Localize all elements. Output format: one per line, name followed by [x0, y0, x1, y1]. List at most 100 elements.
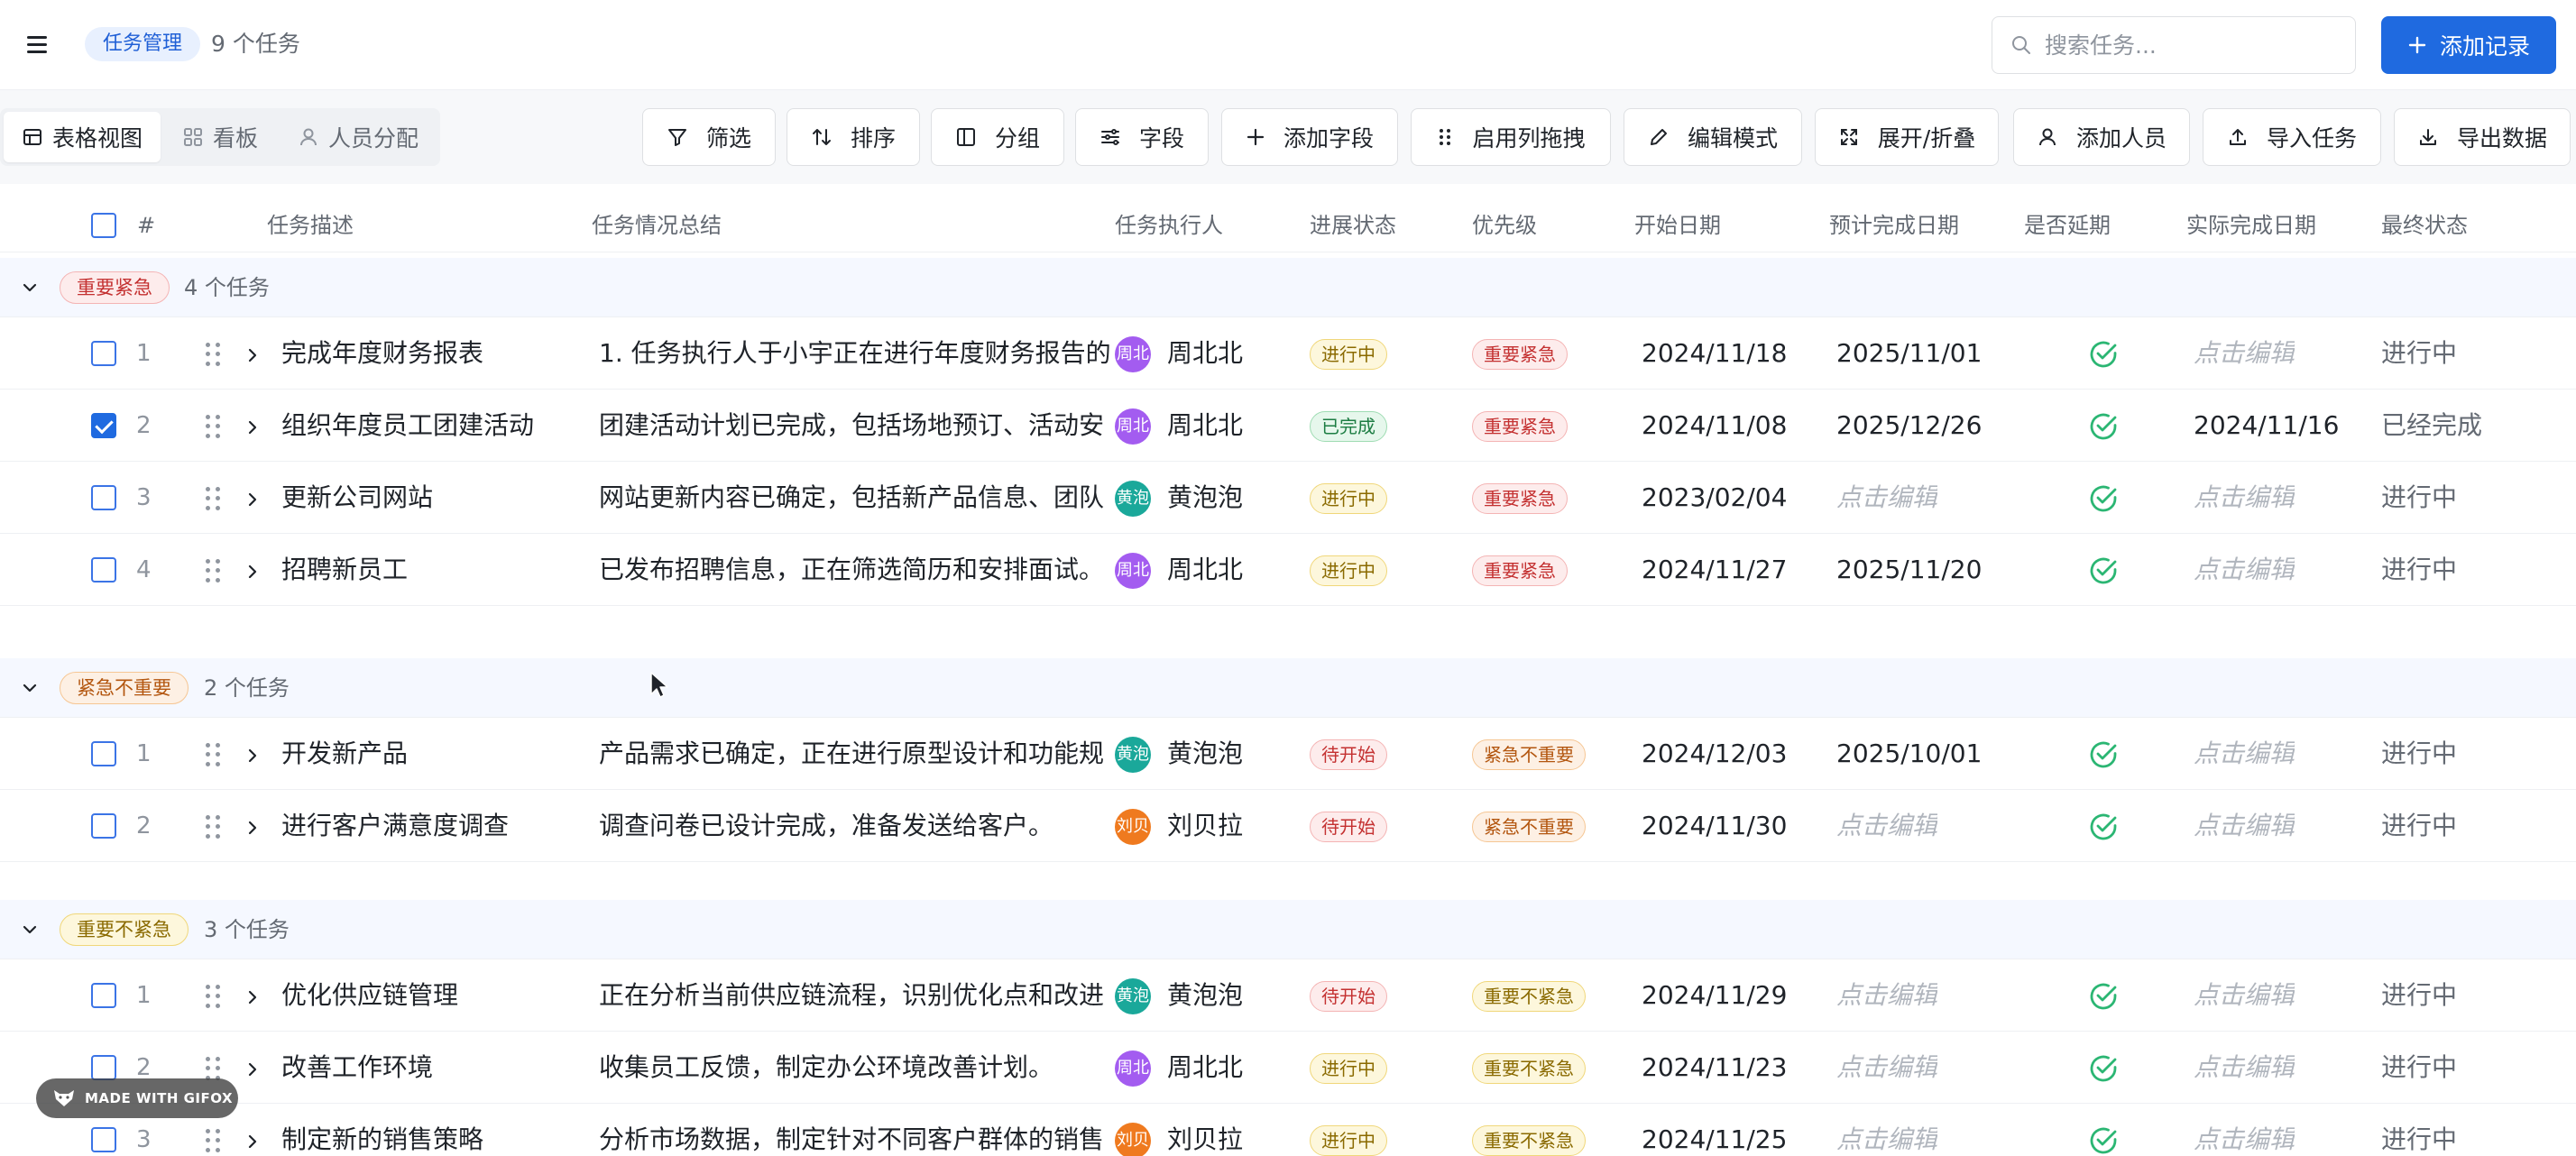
- row-checkbox[interactable]: [91, 341, 116, 366]
- chevron-right-icon[interactable]: [242, 487, 263, 509]
- progress-status-badge[interactable]: 进行中: [1310, 1053, 1387, 1084]
- final-status[interactable]: 进行中: [2381, 534, 2457, 606]
- task-owner[interactable]: 黄泡泡: [1167, 462, 1243, 534]
- column-header-description[interactable]: 任务描述: [267, 198, 354, 252]
- drag-handle-icon[interactable]: [206, 1057, 224, 1080]
- add-member-button[interactable]: 添加人员: [2013, 108, 2190, 166]
- start-date[interactable]: 2024/11/23: [1642, 1032, 1787, 1104]
- task-description[interactable]: 更新公司网站: [281, 462, 588, 534]
- enable-column-drag-button[interactable]: 启用列拖拽: [1411, 108, 1611, 166]
- due-date[interactable]: 2025/11/01: [1836, 317, 1982, 390]
- group-header-row[interactable]: 紧急不重要 2 个任务: [0, 658, 2576, 718]
- actual-completion-date[interactable]: 点击编辑: [2194, 534, 2295, 606]
- task-description[interactable]: 改善工作环境: [281, 1032, 588, 1104]
- progress-status-badge[interactable]: 已完成: [1310, 411, 1387, 442]
- task-owner[interactable]: 黄泡泡: [1167, 718, 1243, 790]
- task-owner[interactable]: 刘贝拉: [1167, 1104, 1243, 1156]
- task-description[interactable]: 完成年度财务报表: [281, 317, 588, 390]
- progress-status-badge[interactable]: 进行中: [1310, 339, 1387, 370]
- final-status[interactable]: 进行中: [2381, 1032, 2457, 1104]
- table-row[interactable]: 2 改善工作环境 收集员工反馈，制定办公环境改善计划。 周北 周北北 进行中 重要不紧急 20…: [0, 1032, 2576, 1104]
- actual-completion-date[interactable]: 点击编辑: [2194, 317, 2295, 390]
- actual-completion-date[interactable]: 点击编辑: [2194, 790, 2295, 862]
- chevron-right-icon[interactable]: [242, 1057, 263, 1078]
- table-row[interactable]: 4 招聘新员工 已发布招聘信息，正在筛选简历和安排面试。 周北 周北北 进行中 重要紧急 20…: [0, 534, 2576, 606]
- start-date[interactable]: 2024/11/25: [1642, 1104, 1787, 1156]
- priority-badge[interactable]: 重要紧急: [1472, 339, 1568, 370]
- chevron-down-icon[interactable]: [20, 678, 40, 698]
- progress-status-badge[interactable]: 待开始: [1310, 981, 1387, 1012]
- drag-handle-icon[interactable]: [206, 743, 224, 766]
- priority-badge[interactable]: 重要紧急: [1472, 411, 1568, 442]
- chevron-right-icon[interactable]: [242, 985, 263, 1006]
- row-checkbox[interactable]: [91, 741, 116, 766]
- filter-button[interactable]: 筛选: [642, 108, 776, 166]
- progress-status-badge[interactable]: 进行中: [1310, 483, 1387, 514]
- task-description[interactable]: 进行客户满意度调查: [281, 790, 588, 862]
- chevron-right-icon[interactable]: [242, 415, 263, 436]
- group-header-row[interactable]: 重要不紧急 3 个任务: [0, 900, 2576, 959]
- start-date[interactable]: 2024/11/08: [1642, 390, 1787, 462]
- final-status[interactable]: 进行中: [2381, 790, 2457, 862]
- priority-badge[interactable]: 重要紧急: [1472, 483, 1568, 514]
- add-record-button[interactable]: 添加记录: [2381, 16, 2556, 74]
- due-date[interactable]: 点击编辑: [1836, 462, 1937, 534]
- task-description[interactable]: 优化供应链管理: [281, 959, 588, 1032]
- due-date[interactable]: 点击编辑: [1836, 959, 1937, 1032]
- start-date[interactable]: 2024/12/03: [1642, 718, 1787, 790]
- final-status[interactable]: 已经完成: [2381, 390, 2482, 462]
- final-status[interactable]: 进行中: [2381, 462, 2457, 534]
- start-date[interactable]: 2024/11/27: [1642, 534, 1787, 606]
- task-owner[interactable]: 周北北: [1167, 390, 1243, 462]
- progress-status-badge[interactable]: 待开始: [1310, 812, 1387, 842]
- sort-button[interactable]: 排序: [787, 108, 920, 166]
- column-header-due-date[interactable]: 预计完成日期: [1829, 198, 1959, 252]
- progress-status-badge[interactable]: 待开始: [1310, 739, 1387, 770]
- column-header-delayed[interactable]: 是否延期: [2024, 198, 2111, 252]
- task-owner[interactable]: 黄泡泡: [1167, 959, 1243, 1032]
- edit-mode-button[interactable]: 编辑模式: [1624, 108, 1802, 166]
- table-row[interactable]: 2 组织年度员工团建活动 团建活动计划已完成，包括场地预订、活动安 周北 周北北 已完成 重…: [0, 390, 2576, 462]
- column-header-priority[interactable]: 优先级: [1472, 198, 1537, 252]
- task-owner[interactable]: 刘贝拉: [1167, 790, 1243, 862]
- column-header-final-status[interactable]: 最终状态: [2381, 198, 2468, 252]
- chevron-right-icon[interactable]: [242, 743, 263, 765]
- check-circle-icon[interactable]: [2087, 338, 2120, 371]
- column-header-summary[interactable]: 任务情况总结: [592, 198, 722, 252]
- task-summary[interactable]: 收集员工反馈，制定办公环境改善计划。: [599, 1032, 1118, 1104]
- due-date[interactable]: 2025/12/26: [1836, 390, 1982, 462]
- due-date[interactable]: 2025/11/20: [1836, 534, 1982, 606]
- task-description[interactable]: 招聘新员工: [281, 534, 588, 606]
- expand-collapse-button[interactable]: 展开/折叠: [1815, 108, 1999, 166]
- table-row[interactable]: 3 制定新的销售策略 分析市场数据，制定针对不同客户群体的销售 刘贝 刘贝拉 进行中 重要不…: [0, 1104, 2576, 1156]
- actual-completion-date[interactable]: 2024/11/16: [2194, 390, 2339, 462]
- due-date[interactable]: 点击编辑: [1836, 1032, 1937, 1104]
- search-box[interactable]: [1992, 16, 2356, 74]
- check-circle-icon[interactable]: [2087, 980, 2120, 1013]
- hamburger-menu-icon[interactable]: [27, 31, 54, 58]
- chevron-right-icon[interactable]: [242, 1129, 263, 1151]
- final-status[interactable]: 进行中: [2381, 718, 2457, 790]
- tab-assignment[interactable]: 人员分配: [280, 112, 437, 162]
- column-header-start-date[interactable]: 开始日期: [1634, 198, 1721, 252]
- actual-completion-date[interactable]: 点击编辑: [2194, 718, 2295, 790]
- import-tasks-button[interactable]: 导入任务: [2203, 108, 2381, 166]
- priority-badge[interactable]: 重要不紧急: [1472, 1053, 1586, 1084]
- group-button[interactable]: 分组: [931, 108, 1064, 166]
- start-date[interactable]: 2024/11/18: [1642, 317, 1787, 390]
- row-checkbox[interactable]: [91, 557, 116, 583]
- column-header-progress[interactable]: 进展状态: [1310, 198, 1396, 252]
- drag-handle-icon[interactable]: [206, 559, 224, 583]
- due-date[interactable]: 2025/10/01: [1836, 718, 1982, 790]
- priority-badge[interactable]: 重要不紧急: [1472, 981, 1586, 1012]
- check-circle-icon[interactable]: [2087, 811, 2120, 843]
- task-description[interactable]: 组织年度员工团建活动: [281, 390, 588, 462]
- tab-kanban[interactable]: 看板: [164, 112, 276, 162]
- check-circle-icon[interactable]: [2087, 1052, 2120, 1085]
- table-row[interactable]: 1 开发新产品 产品需求已确定，正在进行原型设计和功能规 黄泡 黄泡泡 待开始 紧急不重要 2…: [0, 718, 2576, 790]
- table-row[interactable]: 1 完成年度财务报表 1. 任务执行人于小宇正在进行年度财务报告的 周北 周北北 进行中 重…: [0, 317, 2576, 390]
- drag-handle-icon[interactable]: [206, 815, 224, 839]
- row-checkbox[interactable]: [91, 413, 116, 438]
- add-field-button[interactable]: 添加字段: [1221, 108, 1398, 166]
- check-circle-icon[interactable]: [2087, 410, 2120, 443]
